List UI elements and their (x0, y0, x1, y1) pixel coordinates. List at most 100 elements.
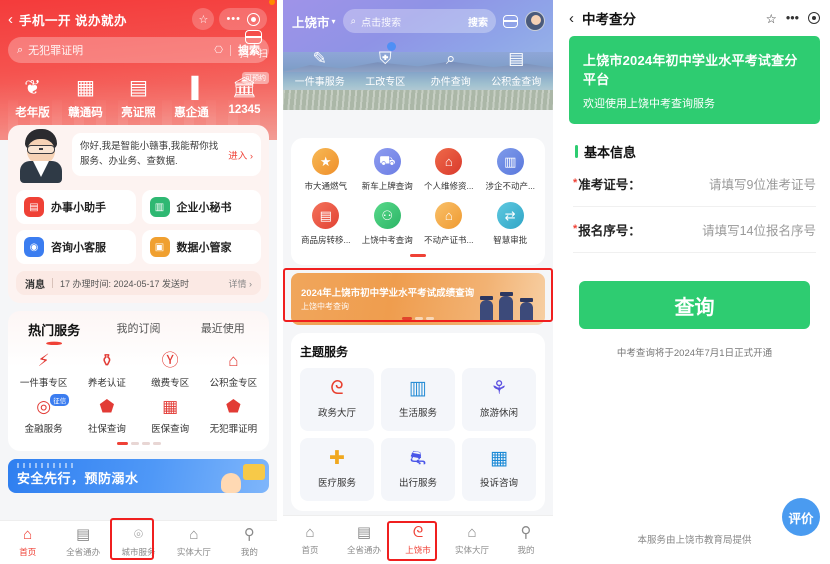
theme-item-gov-hall[interactable]: ᘓ 政务大厅 (300, 367, 374, 431)
service-item[interactable]: ▦ 医保查询 (139, 397, 202, 435)
service-item[interactable]: ⌂ 个人维修资... (418, 148, 480, 192)
service-item[interactable]: ⬟ 无犯罪证明 (202, 397, 265, 435)
theme-item-life-service[interactable]: ▥ 生活服务 (381, 367, 455, 431)
service-item[interactable]: ⚱ 养老认证 (75, 351, 138, 389)
user-avatar[interactable] (525, 11, 545, 31)
star-outline-icon[interactable]: ☆ (766, 11, 777, 26)
assistant-item-data[interactable]: ▣ 数据小管家 (141, 230, 261, 264)
field-row-registration-number[interactable]: * 报名序号： 请填写14位报名序号 (573, 207, 816, 253)
quick-item-fund-query[interactable]: ▤ 公积金查询 (484, 49, 550, 88)
service-item[interactable]: ⚡ 一件事专区 (12, 351, 75, 389)
tab-physical-hall[interactable]: ⌂ 实体大厅 (445, 524, 499, 556)
more-dots-icon[interactable]: ••• (786, 11, 799, 25)
service-item[interactable]: ⇄ 智慧审批 (480, 202, 542, 246)
quick-item-elder[interactable]: ❦ 老年版 (6, 77, 59, 120)
service-item[interactable]: Ⓨ 缴费专区 (139, 351, 202, 389)
gov-hall-icon: ᘓ (330, 378, 344, 399)
quick-item-enterprise[interactable]: ▐ 惠企通 (165, 77, 218, 120)
required-asterisk: * (573, 177, 578, 189)
bus-icon: ⛐ (409, 448, 427, 469)
quick-item-id-card[interactable]: ▤ 亮证照 (112, 77, 165, 120)
banner-pagination-dots[interactable] (402, 316, 434, 320)
tab-recently-used[interactable]: 最近使用 (181, 320, 265, 345)
theme-item-travel[interactable]: ⚘ 旅游休闲 (462, 367, 536, 431)
service-item[interactable]: ▥ 涉企不动产... (480, 148, 542, 192)
tab-home[interactable]: ⌂ 首页 (0, 527, 55, 558)
quick-item-12345[interactable]: 可预约 🏛 12345 (218, 72, 271, 120)
building-icon: ▐ (184, 77, 199, 99)
assistant-bubble[interactable]: 你好,我是智能小赣事,我能帮你找服务、办业务、查数据. 进入 › (72, 133, 261, 177)
tab-physical-hall[interactable]: ⌂ 实体大厅 (166, 527, 221, 558)
service-item[interactable]: ⌂ 不动产证书... (418, 202, 480, 246)
service-item[interactable]: ⬟ 社保查询 (75, 397, 138, 435)
banner-subtitle: 欢迎使用上饶中考查询服务 (583, 97, 715, 110)
more-dots-icon[interactable]: ••• (226, 0, 275, 25)
tab-city-service[interactable]: ⌾ 城市服务 (111, 527, 166, 558)
service-item[interactable]: ▤ 商品房转移... (295, 202, 357, 246)
city-selector[interactable]: 上饶市 ▾ (292, 12, 336, 31)
exam-number-input[interactable]: 请填写9位准考证号 (709, 174, 816, 193)
search-button[interactable]: 搜索 (468, 14, 488, 29)
field-label-text: 报名序号： (578, 224, 641, 238)
tab-label: 我的 (240, 547, 258, 557)
field-row-exam-number[interactable]: * 准考证号： 请填写9位准考证号 (573, 161, 816, 207)
service-item[interactable]: 征信 ◎ 金融服务 (12, 394, 75, 435)
service-item-zhongkao-query[interactable]: ⚇ 上饶中考查询 (357, 202, 419, 246)
house-repair-icon: ⌂ (435, 148, 463, 175)
search-file-icon: ⌕ (445, 49, 456, 68)
message-title: 消息 (25, 279, 45, 291)
tab-mine[interactable]: ⚲ 我的 (222, 527, 277, 558)
quick-item-label: 亮证照 (121, 107, 156, 119)
tab-label: 全省通办 (346, 544, 381, 555)
service-label: 无犯罪证明 (209, 424, 258, 435)
tab-home[interactable]: ⌂ 首页 (283, 524, 337, 556)
scan-button[interactable]: 扫一扫 (239, 30, 268, 60)
tab-label: 实体大厅 (176, 547, 211, 557)
back-chevron-icon[interactable]: ‹ (569, 10, 574, 27)
tab-province-wide[interactable]: ▤ 全省通办 (55, 527, 110, 558)
tab-hot-services[interactable]: 热门服务 (12, 320, 96, 345)
quick-item-one-thing-service[interactable]: ✎ 一件事服务 (287, 49, 353, 88)
service-item[interactable]: ⛟ 新车上牌查询 (357, 148, 419, 192)
tab-province-wide[interactable]: ▤ 全省通办 (337, 524, 391, 556)
quick-item-case-query[interactable]: ⌕ 办件查询 (418, 49, 484, 88)
tab-mine[interactable]: ⚲ 我的 (499, 524, 553, 556)
quick-item-gantongma[interactable]: ▦ 赣通码 (59, 77, 112, 120)
service-item[interactable]: ⌂ 公积金专区 (202, 351, 265, 389)
target-icon[interactable] (247, 12, 260, 26)
quick-item-construction-zone[interactable]: ⛨ 工改专区 (353, 42, 419, 88)
tab-my-subscriptions[interactable]: 我的订阅 (96, 320, 180, 345)
service-label: 商品房转移... (300, 235, 351, 245)
assistant-item-enterprise-secretary[interactable]: ▥ 企业小秘书 (141, 190, 261, 224)
tab-shangrao-city[interactable]: ᘓ 上饶市 (391, 524, 445, 556)
safety-banner[interactable]: 安全先行，预防溺水 (8, 459, 269, 493)
rating-fab-button[interactable]: 评价 (782, 498, 820, 536)
theme-item-medical[interactable]: ✚ 医疗服务 (300, 437, 374, 501)
target-icon[interactable] (808, 12, 820, 24)
scan-label: 扫一扫 (239, 49, 268, 60)
divider (52, 278, 53, 288)
notification-dot (387, 42, 396, 51)
elder-heart-icon: ❦ (24, 77, 41, 99)
assistant-item-helper[interactable]: ▤ 办事小助手 (16, 190, 136, 224)
assistant-item-consult[interactable]: ◉ 咨询小客服 (16, 230, 136, 264)
search-input[interactable]: ⌕ 点击搜索 搜索 (342, 9, 496, 33)
theme-item-transport[interactable]: ⛐ 出行服务 (381, 437, 455, 501)
registration-number-input[interactable]: 请填写14位报名序号 (702, 220, 816, 239)
zhongkao-ad-banner[interactable]: 2024年上饶市初中学业水平考试成绩查询 上饶中考查询 (291, 272, 545, 325)
message-detail-link[interactable]: 详情 › (229, 277, 253, 290)
theme-label: 旅游休闲 (479, 408, 518, 419)
message-bar[interactable]: 消息 17 办理时间: 2024-05-17 发送时 详情 › (16, 271, 261, 295)
theme-item-complaint[interactable]: ▦ 投诉咨询 (462, 437, 536, 501)
query-button[interactable]: 查询 (579, 281, 810, 329)
search-input[interactable]: ⌕ 无犯罪证明 ⎔ 搜索 (8, 37, 269, 63)
scan-icon[interactable] (503, 14, 518, 28)
service-item[interactable]: ★ 市大通燃气 (295, 148, 357, 192)
star-icon[interactable]: ☆ (192, 8, 215, 30)
back-chevron-icon[interactable]: ‹ (8, 12, 13, 27)
microphone-icon[interactable]: ⎔ (214, 45, 223, 56)
assistant-enter-link[interactable]: 进入 › (228, 148, 253, 162)
pagination-dots[interactable] (12, 442, 265, 445)
divider (230, 44, 231, 56)
scroll-indicator[interactable] (410, 254, 426, 257)
